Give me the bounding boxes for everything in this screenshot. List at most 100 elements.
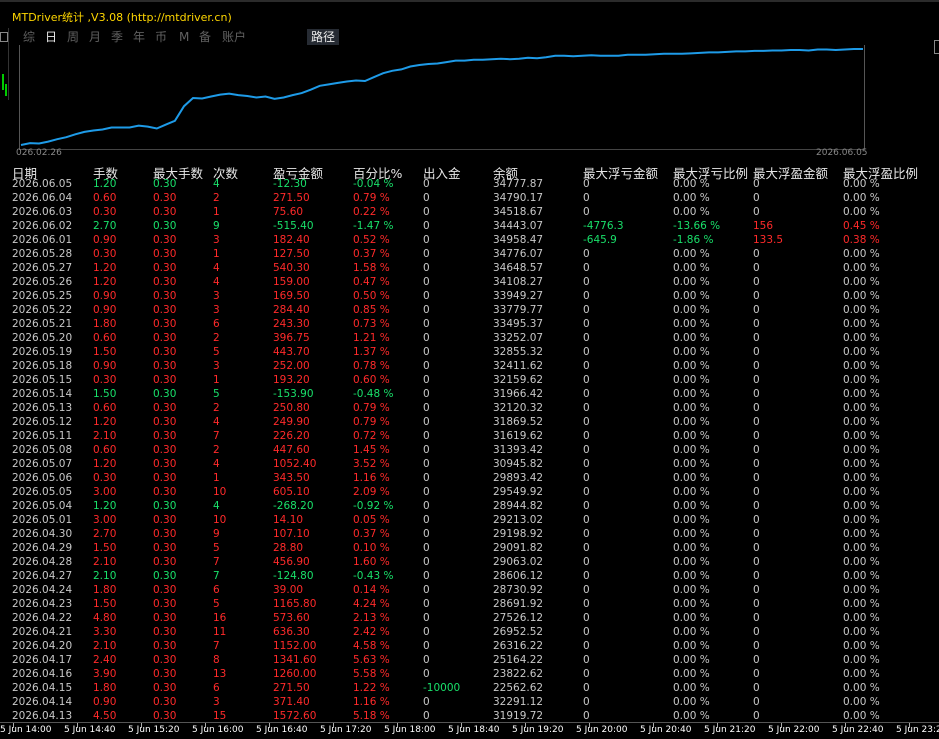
table-cell: 31393.42 bbox=[493, 444, 544, 456]
table-cell: 0.30 bbox=[153, 304, 177, 316]
table-cell: 0 bbox=[583, 374, 590, 386]
table-cell: 0.00 % bbox=[673, 486, 710, 498]
table-cell: 0 bbox=[423, 528, 430, 540]
table-cell: 2026.04.30 bbox=[12, 528, 73, 540]
table-cell: 28691.92 bbox=[493, 598, 544, 610]
table-cell: 1.50 bbox=[93, 542, 117, 554]
table-cell: 1572.60 bbox=[273, 710, 317, 722]
table-cell: 0.30 bbox=[153, 430, 177, 442]
table-cell: 0 bbox=[753, 192, 760, 204]
table-cell: 0.00 % bbox=[843, 654, 880, 666]
tab-path[interactable]: 路径 bbox=[307, 29, 340, 45]
table-cell: 0 bbox=[753, 276, 760, 288]
left-edge-strip bbox=[0, 28, 9, 100]
table-cell: 2026.05.14 bbox=[12, 388, 73, 400]
table-cell: 2.10 bbox=[93, 430, 117, 442]
table-cell: 0.90 bbox=[93, 304, 117, 316]
table-cell: 1165.80 bbox=[273, 598, 317, 610]
equity-chart bbox=[19, 45, 865, 150]
time-label: 5 Jun 18:00 bbox=[384, 725, 436, 735]
table-cell: 0 bbox=[583, 640, 590, 652]
table-cell: 0.30 bbox=[153, 178, 177, 190]
equity-chart-svg bbox=[20, 48, 863, 146]
table-cell: 33495.37 bbox=[493, 318, 544, 330]
table-cell: 2026.05.26 bbox=[12, 276, 73, 288]
tab-8[interactable]: 备 bbox=[199, 29, 211, 45]
table-cell: 2026.05.19 bbox=[12, 346, 73, 358]
table-cell: 0 bbox=[753, 178, 760, 190]
table-cell: 0.00 % bbox=[843, 388, 880, 400]
table-cell: 107.10 bbox=[273, 528, 310, 540]
green-marker-icon bbox=[5, 84, 7, 96]
table-cell: 0.00 % bbox=[673, 514, 710, 526]
table-row: 2026.06.02 2.70 0.30 9 -515.40 -1.47 % 0 34443.… bbox=[0, 220, 939, 234]
table-cell: 0.30 bbox=[153, 472, 177, 484]
table-cell: 0 bbox=[423, 626, 430, 638]
table-cell: 573.60 bbox=[273, 612, 310, 624]
table-cell: 0.10 % bbox=[353, 542, 390, 554]
table-cell: 2026.05.22 bbox=[12, 304, 73, 316]
table-cell: 0.00 % bbox=[673, 374, 710, 386]
table-cell: 0.30 bbox=[153, 290, 177, 302]
table-cell: -13.66 % bbox=[673, 220, 721, 232]
tab-5[interactable]: 年 bbox=[133, 29, 145, 45]
table-cell: 5 bbox=[213, 598, 220, 610]
table-cell: 0 bbox=[423, 696, 430, 708]
tab-2[interactable]: 周 bbox=[67, 29, 79, 45]
table-cell: 0 bbox=[423, 612, 430, 624]
table-cell: 0 bbox=[583, 206, 590, 218]
table-cell: 133.5 bbox=[753, 234, 784, 246]
table-cell: 0 bbox=[583, 472, 590, 484]
table-row: 2026.06.01 0.90 0.30 3 182.40 0.52 % 0 34958.47… bbox=[0, 234, 939, 248]
table-cell: 33779.77 bbox=[493, 304, 544, 316]
table-cell: 29549.92 bbox=[493, 486, 544, 498]
table-cell: 0.00 % bbox=[673, 248, 710, 260]
table-cell: 2026.05.05 bbox=[12, 486, 73, 498]
table-cell: 4 bbox=[213, 500, 220, 512]
tab-6[interactable]: 币 bbox=[155, 29, 167, 45]
table-cell: 0 bbox=[753, 486, 760, 498]
chart-x-end-label: 2026.06.05 bbox=[816, 148, 868, 158]
table-cell: 0 bbox=[753, 430, 760, 442]
table-cell: 0.00 % bbox=[673, 444, 710, 456]
table-cell: 0.30 bbox=[153, 416, 177, 428]
tab-7[interactable]: M bbox=[179, 29, 189, 45]
table-cell: 0.30 bbox=[153, 206, 177, 218]
table-cell: 0.00 % bbox=[843, 290, 880, 302]
table-cell: 0.00 % bbox=[673, 472, 710, 484]
table-cell: 26316.22 bbox=[493, 640, 544, 652]
tab-1[interactable]: 日 bbox=[45, 29, 57, 45]
table-cell: 0 bbox=[423, 710, 430, 722]
table-cell: 0.79 % bbox=[353, 192, 390, 204]
time-label: 5 Jun 16:00 bbox=[192, 725, 244, 735]
collapse-box-icon[interactable] bbox=[0, 32, 8, 42]
table-cell: -0.48 % bbox=[353, 388, 394, 400]
table-cell: 4.80 bbox=[93, 612, 117, 624]
table-cell: 0 bbox=[423, 290, 430, 302]
table-cell: 0.30 bbox=[153, 710, 177, 722]
table-cell: 0 bbox=[423, 318, 430, 330]
table-cell: 0.00 % bbox=[673, 290, 710, 302]
table-cell: 0.00 % bbox=[843, 402, 880, 414]
table-cell: 1 bbox=[213, 248, 220, 260]
tab-4[interactable]: 季 bbox=[111, 29, 123, 45]
right-edge-handle[interactable] bbox=[934, 40, 939, 54]
table-cell: 1 bbox=[213, 206, 220, 218]
table-cell: 2.13 % bbox=[353, 612, 390, 624]
table-cell: 2026.05.27 bbox=[12, 262, 73, 274]
table-cell: 2026.04.13 bbox=[12, 710, 73, 722]
table-cell: 3 bbox=[213, 304, 220, 316]
table-cell: 0 bbox=[583, 486, 590, 498]
table-cell: 7 bbox=[213, 640, 220, 652]
table-cell: 156 bbox=[753, 220, 774, 232]
table-cell: 2026.05.01 bbox=[12, 514, 73, 526]
tab-0[interactable]: 综 bbox=[23, 29, 35, 45]
table-row: 2026.05.19 1.50 0.30 5 443.70 1.37 % 0 32855.32… bbox=[0, 346, 939, 360]
table-cell: 29893.42 bbox=[493, 472, 544, 484]
table-row: 2026.05.18 0.90 0.30 3 252.00 0.78 % 0 32411.62… bbox=[0, 360, 939, 374]
time-axis: 5 Jun 14:00 5 Jun 14:40 5 Jun 15:20 5 Jun 1… bbox=[0, 722, 939, 739]
table-cell: 0 bbox=[753, 444, 760, 456]
tab-9[interactable]: 账户 bbox=[222, 29, 246, 45]
tab-3[interactable]: 月 bbox=[89, 29, 101, 45]
table-cell: 9 bbox=[213, 220, 220, 232]
